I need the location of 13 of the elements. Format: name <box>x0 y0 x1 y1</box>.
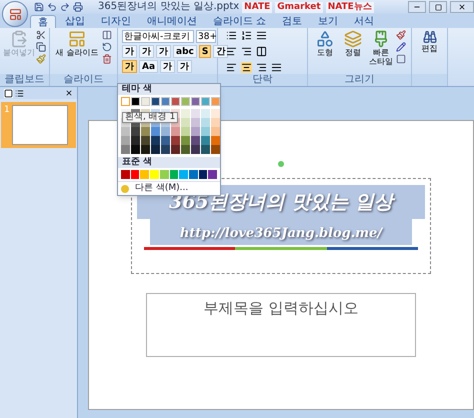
slide-url: http://love365Jang.blog.me/ <box>180 225 382 243</box>
window-title: 365된장녀의 맛있는 일상.pptx <box>98 1 240 13</box>
group-label: 단락 <box>252 74 272 86</box>
tooltip: 흰색, 배경 1 <box>122 112 178 123</box>
slide-number: 1 <box>4 105 10 115</box>
group-label: 슬라이드 <box>64 74 104 86</box>
group-label: 클립보드 <box>4 74 44 86</box>
toolbar-label: NATE뉴스 <box>326 2 374 12</box>
toolbar-label: Gmarket <box>275 2 323 12</box>
toolbar-label: NATE <box>242 2 272 12</box>
section-header: 테마 색 <box>122 84 152 95</box>
group-label: 그리기 <box>344 74 374 86</box>
section-header: 표준 색 <box>122 157 152 168</box>
